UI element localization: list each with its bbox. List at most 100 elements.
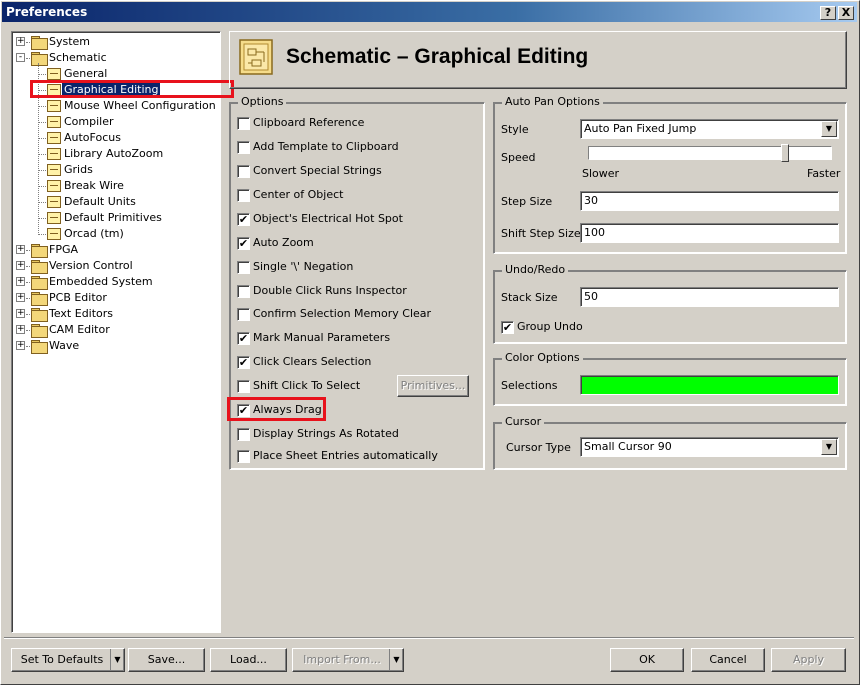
page-icon (47, 132, 61, 144)
chevron-down-icon[interactable]: ▼ (110, 649, 124, 671)
step-size-label: Step Size (501, 195, 553, 208)
primitives-button[interactable]: Primitives... (397, 375, 469, 397)
checkbox-box[interactable] (237, 165, 250, 178)
checkbox-box[interactable] (237, 380, 250, 393)
checkbox-box[interactable] (237, 450, 250, 463)
collapse-icon[interactable]: - (16, 53, 25, 62)
tree-item[interactable]: + FPGA (12, 242, 217, 258)
page-title: Schematic – Graphical Editing (286, 45, 589, 68)
window-title: Preferences (6, 5, 88, 19)
stack-size-label: Stack Size (501, 291, 558, 304)
tree-item[interactable]: + Wave (12, 338, 217, 354)
load-button[interactable]: Load... (210, 648, 287, 672)
folder-icon (31, 276, 48, 290)
step-size-input[interactable]: 30 (580, 191, 839, 211)
stack-size-input[interactable]: 50 (580, 287, 839, 307)
tree-item[interactable]: + Text Editors (12, 306, 217, 322)
tree-item[interactable]: - Schematic (12, 50, 217, 66)
expand-icon[interactable]: + (16, 245, 25, 254)
checkbox-box[interactable]: ✔ (237, 213, 250, 226)
page-icon (47, 180, 61, 192)
tree-item[interactable]: Compiler (12, 114, 217, 130)
speed-slider-thumb[interactable] (781, 144, 789, 162)
tree-item[interactable]: + CAM Editor (12, 322, 217, 338)
options-group-title: Options (238, 95, 287, 109)
selections-color-swatch[interactable] (580, 375, 839, 395)
option-label: Mark Manual Parameters (253, 331, 391, 344)
folder-icon (31, 324, 48, 338)
ok-button[interactable]: OK (610, 648, 684, 672)
undo-redo-group-title: Undo/Redo (502, 263, 569, 277)
tree-item-label: Library AutoZoom (64, 147, 164, 160)
tree-item[interactable]: AutoFocus (12, 130, 217, 146)
checkbox-box[interactable]: ✔ (237, 237, 250, 250)
close-button[interactable]: X (838, 6, 854, 20)
tree-item[interactable]: + PCB Editor (12, 290, 217, 306)
expand-icon[interactable]: + (16, 325, 25, 334)
checkbox-box[interactable] (237, 117, 250, 130)
page-icon (47, 212, 61, 224)
tree-item[interactable]: Orcad (tm) (12, 226, 217, 242)
cancel-button[interactable]: Cancel (691, 648, 765, 672)
expand-icon[interactable]: + (16, 261, 25, 270)
help-button[interactable]: ? (820, 6, 836, 20)
folder-icon (31, 36, 48, 50)
tree-item[interactable]: Grids (12, 162, 217, 178)
tree-line (26, 266, 30, 267)
tree-item-label: Orcad (tm) (64, 227, 124, 240)
expand-icon[interactable]: + (16, 277, 25, 286)
option-label: Display Strings As Rotated (253, 427, 399, 440)
expand-icon[interactable]: + (16, 293, 25, 302)
title-bar[interactable]: Preferences ? X (2, 2, 857, 22)
tree-item-label: Mouse Wheel Configuration (64, 99, 216, 112)
checkbox-box[interactable]: ✔ (501, 321, 514, 334)
tree-line (26, 330, 30, 331)
page-icon (47, 164, 61, 176)
checkbox-box[interactable]: ✔ (237, 356, 250, 369)
checkbox-box[interactable] (237, 285, 250, 298)
checkbox-box[interactable] (237, 141, 250, 154)
tree-item[interactable]: Default Units (12, 194, 217, 210)
checkbox-box[interactable] (237, 428, 250, 441)
schematic-page-icon (236, 38, 278, 78)
import-from-button[interactable]: Import From... ▼ (292, 648, 404, 672)
tree-item[interactable]: + Version Control (12, 258, 217, 274)
tree-item[interactable]: Library AutoZoom (12, 146, 217, 162)
tree-item-label: Wave (49, 339, 80, 352)
cursor-type-label: Cursor Type (506, 441, 571, 454)
style-select[interactable]: Auto Pan Fixed Jump ▼ (580, 119, 839, 139)
tree-item[interactable]: + Embedded System (12, 274, 217, 290)
chevron-down-icon[interactable]: ▼ (389, 649, 403, 671)
tree-item[interactable]: Mouse Wheel Configuration (12, 98, 217, 114)
highlight-graphical-editing (30, 80, 234, 98)
tree-line (26, 346, 30, 347)
chevron-down-icon[interactable]: ▼ (821, 439, 837, 455)
set-to-defaults-button[interactable]: Set To Defaults ▼ (11, 648, 125, 672)
page-icon (47, 116, 61, 128)
expand-icon[interactable]: + (16, 309, 25, 318)
tree-item[interactable]: Break Wire (12, 178, 217, 194)
checkbox-box[interactable] (237, 308, 250, 321)
tree-item[interactable]: + System (12, 34, 217, 50)
tree-item[interactable]: Default Primitives (12, 210, 217, 226)
checkbox-box[interactable]: ✔ (237, 332, 250, 345)
option-label: Click Clears Selection (253, 355, 372, 368)
preferences-tree[interactable]: + System - Schematic General Graphical Editin… (11, 31, 221, 633)
tree-item-label: Break Wire (64, 179, 124, 192)
checkbox-box[interactable] (237, 261, 250, 274)
option-label: Shift Click To Select (253, 379, 361, 392)
tree-item-label: AutoFocus (64, 131, 121, 144)
apply-button[interactable]: Apply (771, 648, 846, 672)
cursor-type-select[interactable]: Small Cursor 90 ▼ (580, 437, 839, 457)
cursor-group-title: Cursor (502, 415, 545, 429)
chevron-down-icon[interactable]: ▼ (821, 121, 837, 137)
option-label: Convert Special Strings (253, 164, 382, 177)
option-label: Add Template to Clipboard (253, 140, 399, 153)
expand-icon[interactable]: + (16, 37, 25, 46)
shift-step-size-input[interactable]: 100 (580, 223, 839, 243)
checkbox-box[interactable] (237, 189, 250, 202)
speed-slider[interactable] (588, 144, 832, 162)
speed-label: Speed (501, 151, 536, 164)
save-button[interactable]: Save... (128, 648, 205, 672)
expand-icon[interactable]: + (16, 341, 25, 350)
